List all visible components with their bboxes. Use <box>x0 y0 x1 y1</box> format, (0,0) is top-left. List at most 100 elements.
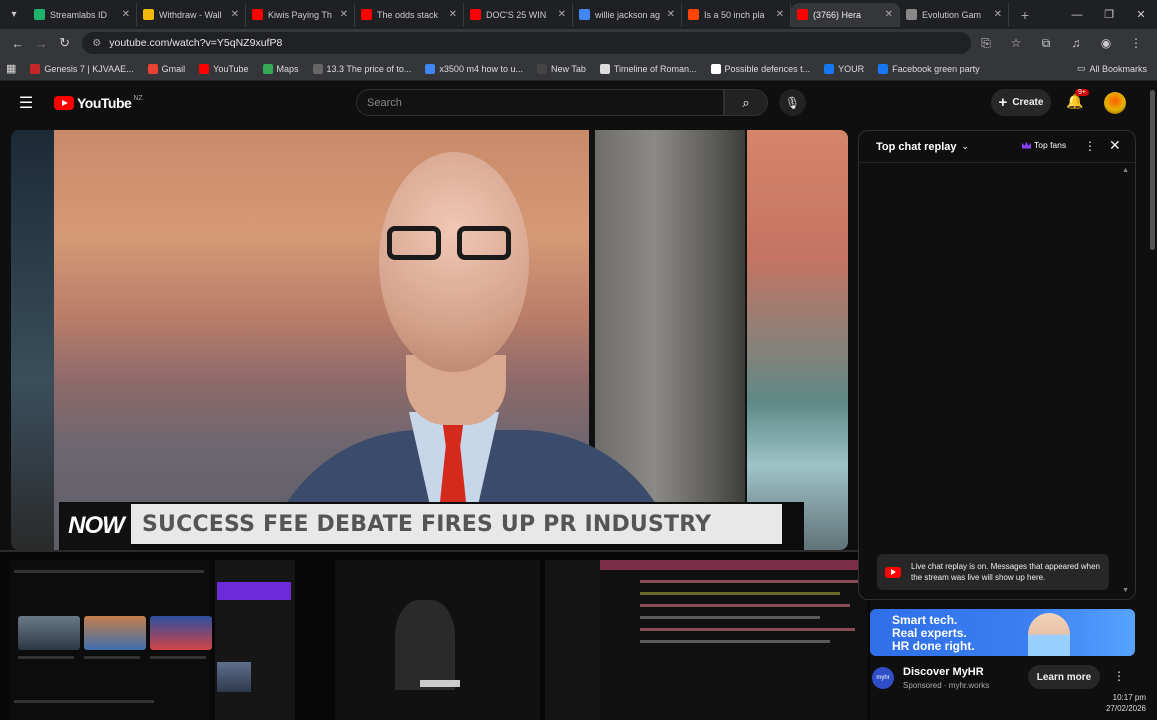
bookmark-favicon-icon <box>262 63 273 74</box>
video-player[interactable]: NOW SUCCESS FEE DEBATE FIRES UP PR INDUS… <box>11 130 848 550</box>
bookmarks-bar: ▦ Genesis 7 | KJVAAE... Gmail YouTube Maps 1… <box>0 57 1157 81</box>
learn-more-button[interactable]: Learn more <box>1028 665 1100 689</box>
forward-icon[interactable]: → <box>29 31 52 55</box>
close-tab-icon[interactable]: ✕ <box>994 9 1002 20</box>
site-info-icon[interactable]: ⚙ <box>92 38 101 49</box>
overlay-thumbnail <box>18 616 80 650</box>
apps-grid-icon[interactable]: ▦ <box>6 62 16 75</box>
search-input[interactable]: Search <box>356 89 724 116</box>
chat-scroll-up-icon[interactable]: ▲ <box>1122 167 1129 174</box>
notifications-button[interactable]: 🔔 9+ <box>1066 89 1089 110</box>
browser-tab[interactable]: DOC'S 25 WIN ✕ <box>464 2 573 27</box>
tab-favicon-icon <box>579 9 590 20</box>
top-fans-button[interactable]: Top fans <box>1022 140 1066 150</box>
close-chat-icon[interactable]: ✕ <box>1109 137 1121 154</box>
create-button[interactable]: + Create <box>991 89 1051 116</box>
browser-tab[interactable]: Streamlabs ID ✕ <box>28 2 137 27</box>
bookmark-item[interactable]: YouTube <box>199 63 249 74</box>
tab-search-menu-icon[interactable]: ▾ <box>4 5 24 25</box>
close-tab-icon[interactable]: ✕ <box>449 9 457 20</box>
all-bookmarks-button[interactable]: ▭ All Bookmarks <box>1077 63 1147 74</box>
close-tab-icon[interactable]: ✕ <box>885 9 893 20</box>
close-tab-icon[interactable]: ✕ <box>776 9 784 20</box>
advertiser-logo[interactable]: myhr <box>872 667 894 689</box>
profile-icon[interactable]: ◉ <box>1091 36 1121 51</box>
tab-favicon-icon <box>361 9 372 20</box>
close-tab-icon[interactable]: ✕ <box>231 9 239 20</box>
browser-tab[interactable]: Kiwis Paying Th ✕ <box>246 2 355 27</box>
browser-tab[interactable]: The odds stack ✕ <box>355 2 464 27</box>
tab-title: Kiwis Paying Th <box>268 9 332 20</box>
advertiser-name[interactable]: Discover MyHR <box>903 666 984 678</box>
chat-mode-selector[interactable]: Top chat replay <box>876 141 956 153</box>
new-tab-button[interactable]: + <box>1015 5 1035 25</box>
bookmark-item[interactable]: YOUR <box>824 63 864 74</box>
close-tab-icon[interactable]: ✕ <box>667 9 675 20</box>
crown-icon <box>1022 141 1031 149</box>
now-logo: NOW <box>61 504 131 548</box>
browser-tab[interactable]: (3766) Hera ✕ <box>791 2 900 27</box>
bookmark-favicon-icon <box>710 63 721 74</box>
sponsored-label: Sponsored · myhr.works <box>903 681 990 690</box>
browser-tab[interactable]: Withdraw - Wall ✕ <box>137 2 246 27</box>
bookmark-favicon-icon <box>425 63 436 74</box>
chevron-down-icon[interactable]: ⌄ <box>961 141 969 152</box>
plus-icon: + <box>998 94 1008 111</box>
browser-tab-bar: ▾ Streamlabs ID ✕ Withdraw - Wall ✕ Kiwis Pa… <box>0 0 1157 29</box>
browser-tab[interactable]: willie jackson ag ✕ <box>573 2 682 27</box>
bookmark-item[interactable]: New Tab <box>536 63 586 74</box>
install-app-icon[interactable]: ⎘ <box>971 36 1001 51</box>
address-toolbar: ← → ↻ ⚙ youtube.com/watch?v=Y5qNZ9xufP8 … <box>0 29 1157 57</box>
account-avatar[interactable] <box>1104 92 1126 114</box>
media-controls-icon[interactable]: ♫ <box>1061 36 1091 51</box>
search-placeholder: Search <box>367 96 402 109</box>
back-icon[interactable]: ← <box>6 31 29 55</box>
bookmark-item[interactable]: Timeline of Roman... <box>599 63 697 74</box>
browser-tab[interactable]: Is a 50 inch pla ✕ <box>682 2 791 27</box>
minimize-icon[interactable]: — <box>1061 0 1093 29</box>
browser-menu-icon[interactable]: ⋮ <box>1121 36 1151 51</box>
browser-tab[interactable]: Evolution Gam ✕ <box>900 2 1009 27</box>
overlay-desktop-capture <box>0 550 870 720</box>
bookmark-item[interactable]: 13.3 The price of to... <box>312 63 411 74</box>
bookmark-favicon-icon <box>199 63 210 74</box>
close-window-icon[interactable]: ✕ <box>1125 0 1157 29</box>
window-controls: — ❐ ✕ <box>1061 0 1157 29</box>
bookmark-item[interactable]: Maps <box>262 63 299 74</box>
presenter-glasses <box>387 226 521 266</box>
url-bar[interactable]: ⚙ youtube.com/watch?v=Y5qNZ9xufP8 <box>82 32 971 54</box>
bookmark-item[interactable]: Gmail <box>147 63 185 74</box>
hamburger-menu-icon[interactable]: ☰ <box>14 93 38 113</box>
bookmark-label: Possible defences t... <box>724 63 811 74</box>
close-tab-icon[interactable]: ✕ <box>340 9 348 20</box>
bookmark-list: Genesis 7 | KJVAAE... Gmail YouTube Maps 13.… <box>30 63 993 74</box>
youtube-logo[interactable]: YouTube NZ <box>54 95 143 111</box>
voice-search-button[interactable]: 🎙 <box>779 89 806 116</box>
close-tab-icon[interactable]: ✕ <box>122 9 130 20</box>
bookmark-item[interactable]: Genesis 7 | KJVAAE... <box>30 63 134 74</box>
chat-more-icon[interactable]: ⋮ <box>1084 139 1096 153</box>
bookmark-item[interactable]: Facebook green party <box>878 63 980 74</box>
maximize-icon[interactable]: ❐ <box>1093 0 1125 29</box>
tab-favicon-icon <box>688 9 699 20</box>
overlay-chat-panel <box>545 560 600 720</box>
clock-time: 10:17 pm <box>1112 693 1146 702</box>
bookmark-item[interactable]: Possible defences t... <box>710 63 811 74</box>
overlay-webcam-panel <box>335 560 540 720</box>
ad-more-icon[interactable]: ⋮ <box>1113 669 1125 683</box>
bookmark-favicon-icon <box>312 63 323 74</box>
close-tab-icon[interactable]: ✕ <box>558 9 566 20</box>
chat-scroll-down-icon[interactable]: ▼ <box>1122 587 1129 594</box>
overlay-thumbnail <box>150 616 212 650</box>
overlay-stream-panel <box>215 560 295 720</box>
tab-title: (3766) Hera <box>813 9 862 20</box>
bookmark-item[interactable]: x3500 m4 how to u... <box>425 63 523 74</box>
ad-banner[interactable]: Smart tech. Real experts. HR done right. <box>870 609 1135 656</box>
bookmark-star-icon[interactable]: ☆ <box>1001 36 1031 51</box>
bookmark-label: x3500 m4 how to u... <box>439 63 523 74</box>
clock-date: 27/02/2026 <box>1105 704 1146 713</box>
search-button[interactable]: ⌕ <box>724 89 768 116</box>
extensions-icon[interactable]: ⧉ <box>1031 36 1061 51</box>
reload-icon[interactable]: ↻ <box>53 31 76 55</box>
page-scrollbar[interactable] <box>1150 90 1155 250</box>
